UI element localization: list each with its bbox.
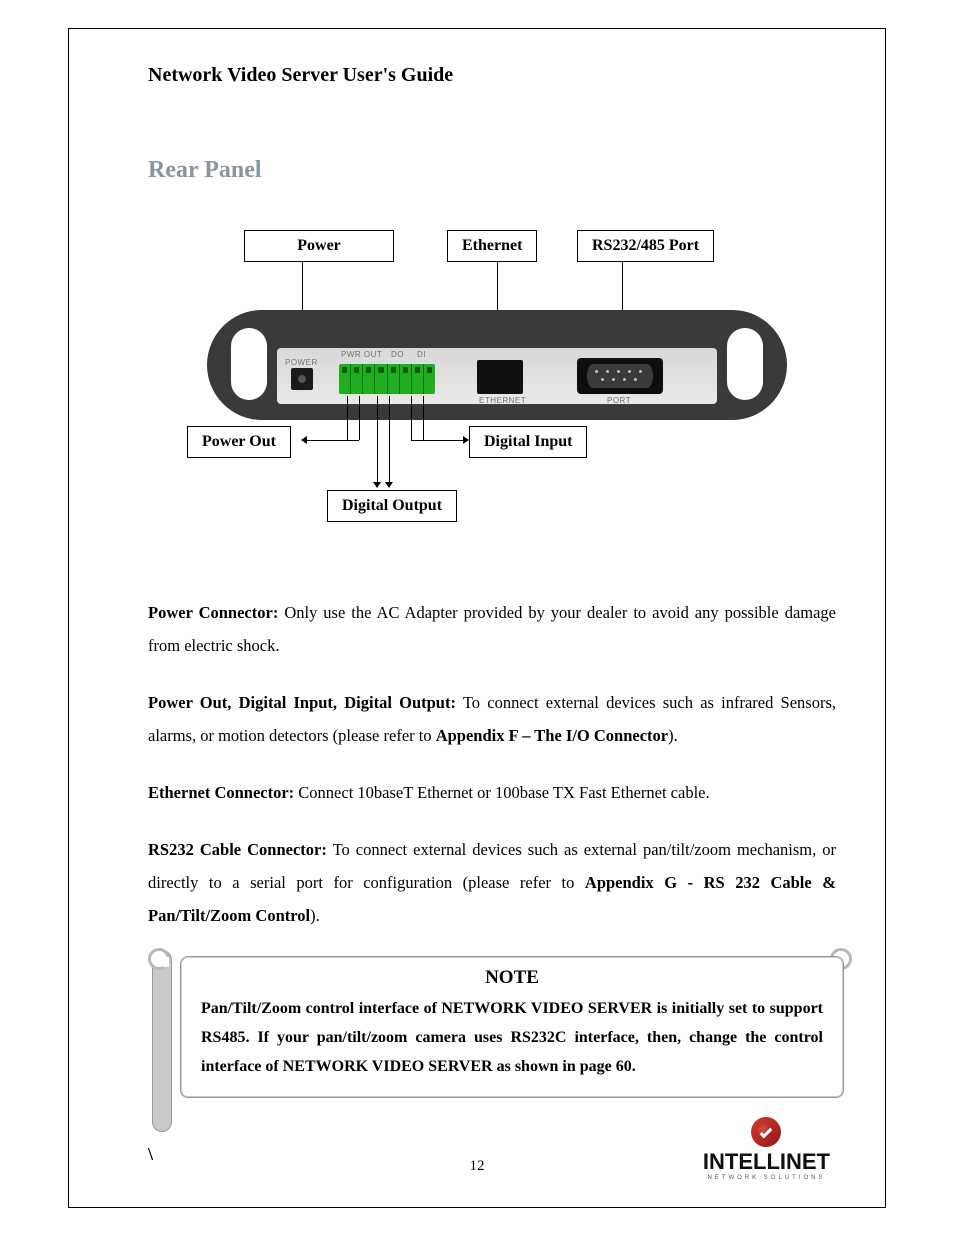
mount-hole-left xyxy=(231,328,267,400)
note-title: NOTE xyxy=(201,967,823,989)
device-label-pwrout: PWR OUT xyxy=(341,350,382,359)
callout-power-out: Power Out xyxy=(187,426,291,458)
device-label-do: DO xyxy=(391,350,404,359)
para-io-text-2: ). xyxy=(668,726,678,745)
rear-panel-diagram: Power Ethernet RS232/485 Port POWER PWR … xyxy=(167,230,817,540)
para-io: Power Out, Digital Input, Digital Output… xyxy=(148,686,836,752)
callout-ethernet: Ethernet xyxy=(447,230,537,262)
callout-rs-port: RS232/485 Port xyxy=(577,230,714,262)
para-ethernet-label: Ethernet Connector: xyxy=(148,783,294,802)
callout-digital-input: Digital Input xyxy=(469,426,587,458)
para-power-connector-label: Power Connector: xyxy=(148,603,278,622)
device-label-power: POWER xyxy=(285,358,318,367)
para-power-connector: Power Connector: Only use the AC Adapter… xyxy=(148,596,836,662)
document-title: Network Video Server User's Guide xyxy=(148,64,836,87)
device-label-ethernet: ETHERNET xyxy=(479,396,526,405)
page-content: Network Video Server User's Guide Rear P… xyxy=(148,64,836,1165)
mount-hole-right xyxy=(727,328,763,400)
callout-digital-output: Digital Output xyxy=(327,490,457,522)
section-heading: Rear Panel xyxy=(148,157,836,184)
check-icon xyxy=(760,1126,773,1139)
para-ethernet: Ethernet Connector: Connect 10baseT Ethe… xyxy=(148,776,836,809)
para-io-appendix: Appendix F – The I/O Connector xyxy=(436,726,668,745)
brand-mark-icon xyxy=(751,1117,781,1147)
brand-subtitle: NETWORK SOLUTIONS xyxy=(703,1175,830,1181)
device-label-port: PORT xyxy=(607,396,631,405)
brand-name: INTELLINET xyxy=(703,1149,830,1175)
para-io-label: Power Out, Digital Input, Digital Output… xyxy=(148,693,456,712)
ethernet-port-icon xyxy=(477,360,523,394)
brand-logo: INTELLINET NETWORK SOLUTIONS xyxy=(703,1117,830,1181)
spiral-ring-icon xyxy=(148,948,170,970)
para-ethernet-text: Connect 10baseT Ethernet or 100base TX F… xyxy=(294,783,709,802)
note-body: Pan/Tilt/Zoom control interface of NETWO… xyxy=(201,995,823,1081)
para-rs232-label: RS232 Cable Connector: xyxy=(148,840,327,859)
note-box: NOTE Pan/Tilt/Zoom control interface of … xyxy=(144,956,844,1098)
para-rs232-text-2: ). xyxy=(310,906,320,925)
serial-port-icon xyxy=(587,364,653,388)
callout-power: Power xyxy=(244,230,394,262)
para-rs232: RS232 Cable Connector: To connect extern… xyxy=(148,833,836,932)
device-label-di: DI xyxy=(417,350,426,359)
spiral-binding-icon xyxy=(152,950,172,1132)
power-jack-icon xyxy=(291,368,313,390)
terminal-block-icon xyxy=(339,364,435,394)
